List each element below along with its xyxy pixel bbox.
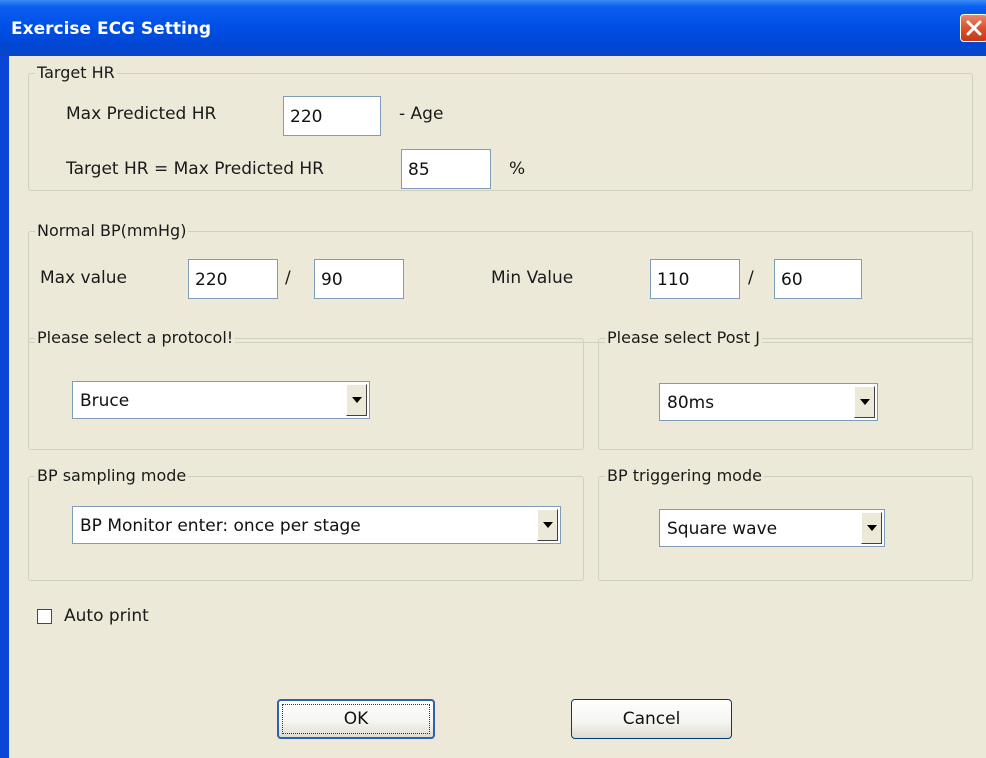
target-hr-percent-input[interactable]: 85 — [401, 149, 491, 189]
cancel-button[interactable]: Cancel — [571, 699, 732, 739]
window-title: Exercise ECG Setting — [11, 19, 212, 39]
bp-sampling-legend: BP sampling mode — [35, 466, 189, 486]
post-j-dropdown-button[interactable] — [854, 386, 875, 418]
protocol-select[interactable]: Bruce — [72, 381, 370, 419]
cancel-button-label: Cancel — [622, 709, 681, 729]
protocol-dropdown-button[interactable] — [346, 384, 367, 416]
target-hr-legend: Target HR — [35, 63, 117, 83]
bp-triggering-legend: BP triggering mode — [605, 466, 764, 486]
bp-triggering-dropdown-button[interactable] — [861, 512, 882, 544]
max-predicted-hr-input[interactable]: 220 — [283, 96, 381, 136]
bp-sampling-dropdown-button[interactable] — [537, 509, 558, 541]
max-predicted-hr-label: Max Predicted HR — [66, 104, 217, 124]
bp-triggering-select-value: Square wave — [667, 519, 778, 539]
bp-sampling-select[interactable]: BP Monitor enter: once per stage — [72, 506, 561, 544]
min-value-label: Min Value — [491, 268, 574, 288]
max-slash-label: / — [285, 268, 291, 288]
bp-triggering-select[interactable]: Square wave — [659, 509, 885, 547]
post-j-select-value: 80ms — [667, 393, 715, 413]
min-diastolic-input[interactable]: 60 — [774, 259, 862, 299]
dialog-window: Exercise ECG Setting Target HR Max Predi… — [0, 0, 986, 758]
post-j-select[interactable]: 80ms — [659, 383, 878, 421]
chevron-down-icon — [352, 397, 362, 403]
max-value-label: Max value — [40, 268, 127, 288]
max-diastolic-input[interactable]: 90 — [314, 259, 404, 299]
ok-focus-ring — [282, 704, 430, 734]
age-label: - Age — [399, 104, 444, 124]
chevron-down-icon — [860, 399, 870, 405]
chevron-down-icon — [867, 525, 877, 531]
min-slash-label: / — [748, 268, 754, 288]
close-icon — [966, 20, 982, 36]
title-bar[interactable]: Exercise ECG Setting — [0, 0, 986, 56]
max-systolic-input[interactable]: 220 — [188, 259, 278, 299]
percent-label: % — [509, 159, 526, 179]
protocol-legend: Please select a protocol! — [35, 328, 236, 348]
post-j-legend: Please select Post J — [605, 328, 762, 348]
chevron-down-icon — [543, 522, 553, 528]
target-hr-formula-label: Target HR = Max Predicted HR — [66, 159, 324, 179]
auto-print-label[interactable]: Auto print — [64, 605, 149, 627]
normal-bp-legend: Normal BP(mmHg) — [35, 221, 189, 241]
auto-print-checkbox[interactable] — [37, 609, 52, 624]
dialog-client-area: Target HR Max Predicted HR 220 - Age Tar… — [9, 56, 986, 758]
min-systolic-input[interactable]: 110 — [650, 259, 740, 299]
protocol-select-value: Bruce — [80, 391, 130, 411]
bp-sampling-select-value: BP Monitor enter: once per stage — [80, 516, 361, 536]
ok-button[interactable]: OK — [277, 699, 435, 739]
close-button[interactable] — [960, 14, 986, 42]
